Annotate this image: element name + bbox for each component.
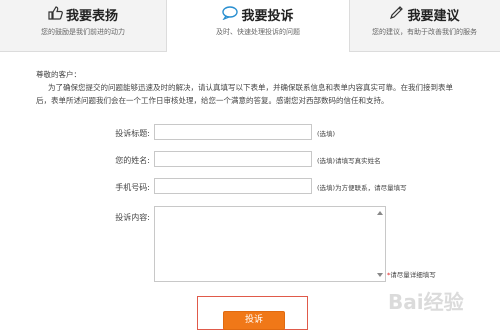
tab-praise-subtitle: 您的鼓励是我们前进的动力 [41, 28, 125, 36]
content-hint-text: 请尽量详细填写 [390, 271, 436, 279]
complaint-title-input[interactable] [154, 124, 312, 140]
submit-complaint-button[interactable]: 投诉 [223, 311, 285, 330]
speech-bubble-icon [222, 5, 239, 24]
complaint-title-hint: (选填) [317, 130, 336, 138]
tab-complaint-subtitle: 及时、快速处理投诉的问题 [216, 28, 300, 36]
complaint-title-label: 投诉标题: [115, 129, 150, 138]
tab-complaint-title: 我要投诉 [241, 9, 294, 24]
scroll-up-arrow-icon[interactable] [377, 211, 383, 215]
tab-suggestion[interactable]: 我要建议 您的建议，有助于改善我们的服务 [349, 0, 500, 51]
complaint-content-textarea[interactable] [154, 206, 386, 282]
watermark-text: Bai经验 [388, 290, 464, 314]
content-label: 投诉内容: [115, 213, 150, 222]
tab-suggestion-subtitle: 您的建议，有助于改善我们的服务 [372, 28, 477, 36]
intro-paragraph: 为了确保您提交的问题能够迅速及时的解决，请认真填写以下表单，并确保联系信息和表单… [36, 83, 453, 105]
phone-hint: (选填)为方便联系，请尽量填写 [317, 184, 407, 192]
thumbs-up-icon [48, 5, 63, 24]
intro-text: 尊敬的客户： 为了确保您提交的问题能够迅速及时的解决，请认真填写以下表单，并确保… [36, 68, 466, 107]
pencil-icon [389, 5, 404, 24]
tab-complaint[interactable]: 我要投诉 及时、快速处理投诉的问题 [166, 0, 350, 52]
content-hint: *请尽量详细填写 [387, 269, 436, 279]
name-label: 您的姓名: [115, 156, 150, 165]
tab-bar: 我要表扬 您的鼓励是我们前进的动力 我要投诉 及时、快速处理投诉的问题 我要建议… [0, 0, 500, 52]
tab-praise-title: 我要表扬 [65, 9, 118, 24]
phone-input[interactable] [154, 178, 312, 194]
phone-label: 手机号码: [115, 183, 150, 192]
name-hint: (选填)请填写真实姓名 [317, 157, 381, 165]
intro-greeting: 尊敬的客户： [36, 70, 81, 79]
name-input[interactable] [154, 151, 312, 167]
tab-complaint-heading: 我要投诉 [167, 5, 349, 24]
scroll-down-arrow-icon[interactable] [377, 273, 383, 277]
tab-suggestion-title: 我要建议 [407, 9, 460, 24]
watermark: Bai经验 [388, 290, 464, 314]
tab-praise[interactable]: 我要表扬 您的鼓励是我们前进的动力 [0, 0, 166, 51]
tab-praise-heading: 我要表扬 [0, 5, 166, 24]
tab-suggestion-heading: 我要建议 [349, 5, 500, 24]
